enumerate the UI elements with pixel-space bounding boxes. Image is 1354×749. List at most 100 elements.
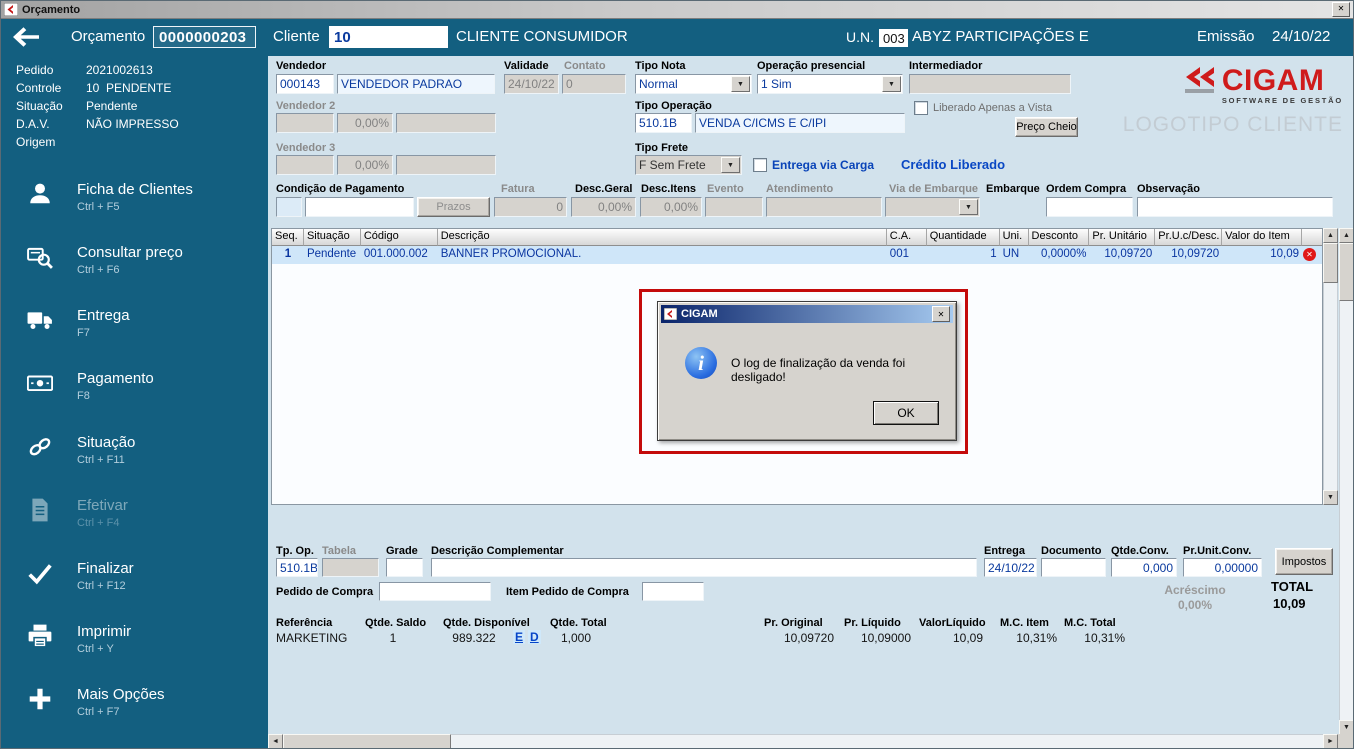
header-cell-descricao[interactable]: Descrição <box>437 229 887 246</box>
header-cell-situacao[interactable]: Situação <box>303 229 361 246</box>
sidebar-item-entrega[interactable]: Entrega F7 <box>1 305 268 355</box>
condicao-pagamento-name-field[interactable] <box>305 197 414 217</box>
chain-icon <box>27 434 55 462</box>
liberado-avista-checkbox[interactable]: Liberado Apenas a Vista <box>914 101 1052 115</box>
brand-text: CIGAM <box>1221 64 1325 97</box>
items-table-header: Seq. Situação Código Descrição C.A. Quan… <box>272 229 1322 246</box>
horizontal-scrollbar[interactable]: ◄ ► <box>268 734 1338 748</box>
operacao-presencial-select[interactable]: 1 Sim ▼ <box>757 74 903 94</box>
dropdown-arrow-icon[interactable]: ▼ <box>882 76 901 92</box>
scroll-up-button[interactable]: ▲ <box>1339 228 1353 243</box>
scroll-left-button[interactable]: ◄ <box>268 734 283 748</box>
info-origem: Origem <box>16 135 56 149</box>
scroll-down-button[interactable]: ▼ <box>1323 490 1338 505</box>
table-row[interactable]: 1 Pendente 001.000.002 BANNER PROMOCIONA… <box>272 246 1322 264</box>
dropdown-arrow-icon[interactable]: ▼ <box>959 199 978 215</box>
scrollbar-thumb[interactable] <box>1323 243 1338 283</box>
qtde-conv-label: Qtde.Conv. <box>1111 545 1169 557</box>
dialog-window: CIGAM ✕ i O log de finalização da venda … <box>657 301 957 441</box>
tipo-operacao-code-field[interactable]: 510.1B <box>635 113 692 133</box>
header-cell-codigo[interactable]: Código <box>360 229 438 246</box>
window-titlebar: Orçamento ✕ <box>1 1 1353 19</box>
acrescimo-value: 0,00% <box>1177 598 1213 612</box>
client-logo-placeholder: LOGOTIPO CLIENTE <box>1122 113 1343 136</box>
sidebar-item-situacao[interactable]: Situação Ctrl + F11 <box>1 432 268 482</box>
header-cell-uni[interactable]: Uni. <box>999 229 1029 246</box>
back-arrow-icon <box>13 27 39 47</box>
descricao-complementar-field[interactable] <box>431 558 977 577</box>
pedido-compra-field[interactable] <box>379 582 491 601</box>
vendedor-name-field[interactable]: VENDEDOR PADRAO <box>337 74 495 94</box>
scroll-right-button[interactable]: ► <box>1323 734 1338 748</box>
grade-field[interactable] <box>386 558 423 577</box>
checkbox-box[interactable] <box>914 101 928 115</box>
sidebar-item-mais-opcoes[interactable]: Mais Opções Ctrl + F7 <box>1 684 268 734</box>
preco-cheio-button[interactable]: Preço Cheio <box>1015 117 1078 137</box>
checkbox-box[interactable] <box>753 158 767 172</box>
item-pedido-compra-field[interactable] <box>642 582 704 601</box>
vendedor-code-field[interactable]: 000143 <box>276 74 334 94</box>
cliente-code-field[interactable]: 10 <box>329 26 448 48</box>
delete-item-icon[interactable]: ✕ <box>1303 248 1317 261</box>
main-vertical-scrollbar[interactable]: ▲ ▼ <box>1339 228 1353 735</box>
dropdown-arrow-icon[interactable]: ▼ <box>721 157 740 173</box>
pr-unit-conv-field[interactable]: 0,00000 <box>1183 558 1262 577</box>
tipo-operacao-name-field[interactable]: VENDA C/ICMS E C/IPI <box>695 113 905 133</box>
tipo-frete-label: Tipo Frete <box>635 142 688 154</box>
ordem-compra-field[interactable] <box>1046 197 1133 217</box>
header-cell-desconto[interactable]: Desconto <box>1028 229 1090 246</box>
sidebar: Pedido 2021002613 Controle 10 PENDENTE Sit… <box>1 56 268 748</box>
header-cell-ca[interactable]: C.A. <box>886 229 927 246</box>
link-d[interactable]: D <box>528 630 541 644</box>
back-button[interactable] <box>11 25 45 51</box>
validade-label: Validade <box>504 60 549 72</box>
link-e[interactable]: E <box>513 630 526 644</box>
plus-icon <box>27 686 55 714</box>
impostos-button[interactable]: Impostos <box>1275 548 1333 575</box>
tp-op-field[interactable]: 510.1B <box>276 558 318 577</box>
operacao-presencial-label: Operação presencial <box>757 60 866 72</box>
atendimento-field <box>766 197 882 217</box>
entrega-field[interactable]: 24/10/22 <box>984 558 1037 577</box>
orcamento-number-field[interactable]: 0000000203 <box>153 26 256 48</box>
scrollbar-thumb[interactable] <box>1339 243 1353 301</box>
document-icon <box>27 497 55 525</box>
scroll-up-button[interactable]: ▲ <box>1323 228 1338 243</box>
header-cell-seq[interactable]: Seq. <box>272 229 304 246</box>
sidebar-item-finalizar[interactable]: Finalizar Ctrl + F12 <box>1 558 268 608</box>
qtde-total-value: 1,000 <box>560 631 592 645</box>
entrega-via-carga-checkbox[interactable]: Entrega via Carga <box>753 158 874 172</box>
scrollbar-thumb[interactable] <box>283 734 451 748</box>
sidebar-item-consultar-preco[interactable]: Consultar preço Ctrl + F6 <box>1 242 268 292</box>
documento-field[interactable] <box>1041 558 1106 577</box>
header-cell-valor-item[interactable]: Valor do Item <box>1222 229 1303 246</box>
table-vertical-scrollbar[interactable]: ▲ ▼ <box>1323 228 1338 505</box>
fatura-field: 0 <box>494 197 567 217</box>
sidebar-item-imprimir[interactable]: Imprimir Ctrl + Y <box>1 621 268 671</box>
dropdown-arrow-icon[interactable]: ▼ <box>731 76 750 92</box>
via-embarque-select[interactable]: ▼ <box>885 197 980 217</box>
un-code-field[interactable]: 003 <box>879 29 908 47</box>
tipo-frete-select[interactable]: F Sem Frete ▼ <box>635 155 742 175</box>
scroll-down-button[interactable]: ▼ <box>1339 720 1353 735</box>
observacao-field[interactable] <box>1137 197 1333 217</box>
vendedor2-pct-field: 0,00% <box>337 113 393 133</box>
dialog-close-button[interactable]: ✕ <box>932 306 950 322</box>
condicao-pagamento-code-field[interactable] <box>276 197 302 217</box>
check-icon <box>27 560 55 588</box>
ok-button[interactable]: OK <box>873 401 939 425</box>
cigam-window-icon <box>4 3 18 16</box>
prazos-button: Prazos <box>417 197 490 217</box>
header-cell-pr-unitario[interactable]: Pr. Unitário <box>1089 229 1156 246</box>
atendimento-label: Atendimento <box>766 183 834 195</box>
header-cell-pr-u-c-desc[interactable]: Pr.U.c/Desc. <box>1155 229 1223 246</box>
sidebar-item-ficha-de-clientes[interactable]: Ficha de Clientes Ctrl + F5 <box>1 179 268 229</box>
qtde-conv-field[interactable]: 0,000 <box>1111 558 1177 577</box>
info-pedido: Pedido 2021002613 <box>16 63 153 77</box>
window-close-button[interactable]: ✕ <box>1332 2 1350 17</box>
fatura-label: Fatura <box>501 183 535 195</box>
pedido-compra-label: Pedido de Compra <box>276 586 374 598</box>
tipo-nota-select[interactable]: Normal ▼ <box>635 74 752 94</box>
sidebar-item-pagamento[interactable]: Pagamento F8 <box>1 368 268 418</box>
header-cell-quantidade[interactable]: Quantidade <box>926 229 1000 246</box>
